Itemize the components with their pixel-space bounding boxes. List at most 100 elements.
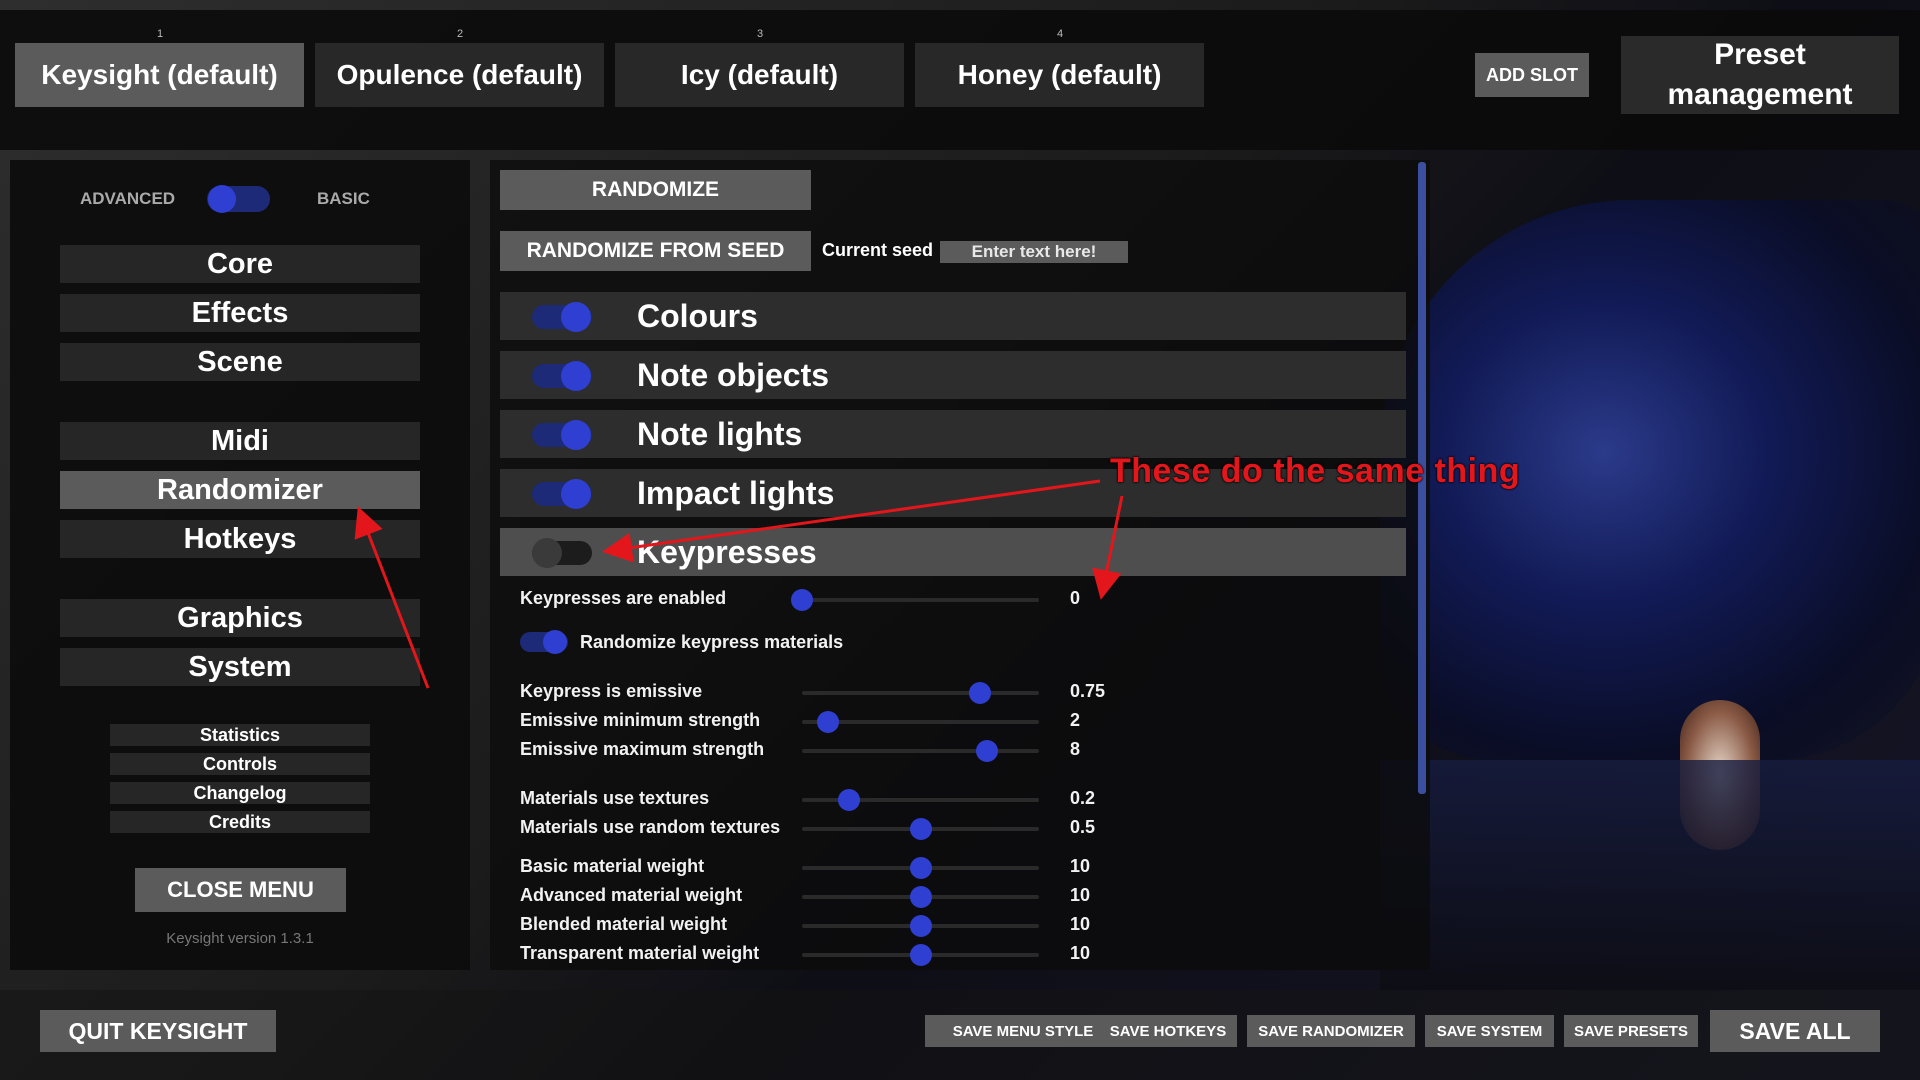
slider-knob[interactable] — [909, 818, 932, 840]
randomize-from-seed-button[interactable]: RANDOMIZE FROM SEED — [500, 231, 811, 271]
basic-mode-label: BASIC — [317, 189, 370, 208]
setting-label-transparent-weight: Transparent material weight — [520, 943, 760, 963]
quit-keysight-button[interactable]: QUIT KEYSIGHT — [40, 1010, 276, 1052]
setting-value-transparent-weight: 10 — [1070, 943, 1091, 963]
category-label-impact-lights: Impact lights — [637, 475, 835, 511]
sidebar-item-hotkeys[interactable]: Hotkeys — [60, 520, 420, 558]
sidebar-item-randomizer[interactable]: Randomizer — [60, 471, 420, 509]
toggle-knob — [561, 420, 591, 450]
slider-knob[interactable] — [791, 589, 813, 611]
colours-toggle[interactable] — [532, 302, 592, 332]
setting-label-emissive-min: Emissive minimum strength — [520, 710, 761, 730]
category-row-note-lights[interactable]: Note lights — [500, 410, 1406, 458]
category-row-note-objects[interactable]: Note objects — [500, 351, 1406, 399]
setting-label-blended-weight: Blended material weight — [520, 914, 728, 934]
category-label-keypresses: Keypresses — [637, 534, 817, 570]
save-system-button[interactable]: SAVE SYSTEM — [1425, 1015, 1554, 1047]
toggle-knob — [208, 185, 236, 213]
advanced-mode-label: ADVANCED — [80, 189, 176, 208]
setting-value-use-textures: 0.2 — [1070, 788, 1096, 808]
sidebar-item-graphics[interactable]: Graphics — [60, 599, 420, 637]
basic-weight-slider[interactable] — [802, 857, 1039, 879]
category-label-note-objects: Note objects — [637, 357, 830, 393]
setting-value-emissive: 0.75 — [1070, 681, 1106, 701]
setting-label-keypresses-enabled: Keypresses are enabled — [520, 588, 727, 608]
sidebar-item-effects[interactable]: Effects — [60, 294, 420, 332]
random-textures-slider[interactable] — [802, 818, 1039, 840]
preset-slot-1-button[interactable]: Keysight (default) — [15, 43, 304, 107]
sidebar-item-midi[interactable]: Midi — [60, 422, 420, 460]
slot-number-3: 3 — [757, 28, 764, 40]
toggle-knob — [561, 479, 591, 509]
randomize-button[interactable]: RANDOMIZE — [500, 170, 811, 210]
transparent-weight-slider[interactable] — [802, 944, 1039, 966]
setting-label-emissive-max: Emissive maximum strength — [520, 739, 765, 759]
setting-value-random-textures: 0.5 — [1070, 817, 1096, 837]
use-textures-slider[interactable] — [802, 789, 1039, 811]
emissive-min-slider[interactable] — [802, 711, 1039, 733]
setting-value-advanced-weight: 10 — [1070, 885, 1091, 905]
category-label-colours: Colours — [637, 298, 758, 334]
sidebar-item-system[interactable]: System — [60, 648, 420, 686]
slot-number-4: 4 — [1057, 28, 1064, 40]
slider-knob[interactable] — [968, 682, 991, 704]
controls-button[interactable]: Controls — [110, 753, 370, 775]
slider-knob[interactable] — [909, 915, 932, 937]
emissive-max-slider[interactable] — [802, 740, 1039, 762]
add-slot-button[interactable]: ADD SLOT — [1475, 53, 1589, 97]
note-objects-toggle[interactable] — [532, 361, 592, 391]
setting-label-use-textures: Materials use textures — [520, 788, 710, 808]
close-menu-button[interactable]: CLOSE MENU — [135, 868, 346, 912]
toggle-knob — [532, 538, 562, 568]
preset-slot-2-button[interactable]: Opulence (default) — [315, 43, 604, 107]
preset-management-button[interactable]: Preset management — [1621, 36, 1899, 114]
keypresses-toggle[interactable] — [532, 538, 592, 568]
category-row-colours[interactable]: Colours — [500, 292, 1406, 340]
randomize-keypress-materials-toggle[interactable] — [520, 630, 568, 654]
slider-knob[interactable] — [975, 740, 998, 762]
slot-number-2: 2 — [457, 28, 464, 40]
save-menu-style-button[interactable]: SAVE MENU STYLE — [925, 1015, 1121, 1047]
statistics-button[interactable]: Statistics — [110, 724, 370, 746]
annotation-text: These do the same thing — [1110, 452, 1521, 490]
save-presets-button[interactable]: SAVE PRESETS — [1564, 1015, 1698, 1047]
toggle-knob — [561, 361, 591, 391]
slider-knob[interactable] — [909, 886, 932, 908]
save-all-button[interactable]: SAVE ALL — [1710, 1010, 1880, 1052]
save-hotkeys-button[interactable]: SAVE HOTKEYS — [1099, 1015, 1237, 1047]
toggle-knob — [543, 630, 567, 654]
current-seed-label: Current seed — [822, 240, 934, 260]
advanced-weight-slider[interactable] — [802, 886, 1039, 908]
save-randomizer-button[interactable]: SAVE RANDOMIZER — [1247, 1015, 1415, 1047]
impact-lights-toggle[interactable] — [532, 479, 592, 509]
slider-knob[interactable] — [817, 711, 840, 733]
version-text: Keysight version 1.3.1 — [166, 930, 314, 947]
changelog-button[interactable]: Changelog — [110, 782, 370, 804]
preset-slot-4-button[interactable]: Honey (default) — [915, 43, 1204, 107]
setting-value-emissive-max: 8 — [1070, 739, 1081, 759]
emissive-slider[interactable] — [802, 682, 1039, 704]
setting-label-advanced-weight: Advanced material weight — [520, 885, 743, 905]
setting-label-basic-weight: Basic material weight — [520, 856, 705, 876]
category-label-note-lights: Note lights — [637, 416, 803, 452]
sidebar-item-scene[interactable]: Scene — [60, 343, 420, 381]
blended-weight-slider[interactable] — [802, 915, 1039, 937]
advanced-basic-toggle[interactable] — [207, 185, 270, 213]
setting-value-emissive-min: 2 — [1070, 710, 1081, 730]
keypresses-enabled-slider[interactable] — [791, 589, 1039, 611]
seed-input[interactable]: Enter text here! — [940, 241, 1128, 263]
floor-shadow — [1380, 760, 1920, 990]
slider-knob[interactable] — [909, 944, 932, 966]
setting-value-basic-weight: 10 — [1070, 856, 1091, 876]
toggle-knob — [561, 302, 591, 332]
sidebar-item-core[interactable]: Core — [60, 245, 420, 283]
note-lights-toggle[interactable] — [532, 420, 592, 450]
credits-button[interactable]: Credits — [110, 811, 370, 833]
setting-label-random-textures: Materials use random textures — [520, 817, 781, 837]
category-row-keypresses[interactable]: Keypresses — [500, 528, 1406, 576]
preset-slot-3-button[interactable]: Icy (default) — [615, 43, 904, 107]
setting-value-keypresses-enabled: 0 — [1070, 588, 1081, 608]
slider-knob[interactable] — [909, 857, 932, 879]
setting-value-blended-weight: 10 — [1070, 914, 1091, 934]
setting-label-emissive: Keypress is emissive — [520, 681, 703, 701]
